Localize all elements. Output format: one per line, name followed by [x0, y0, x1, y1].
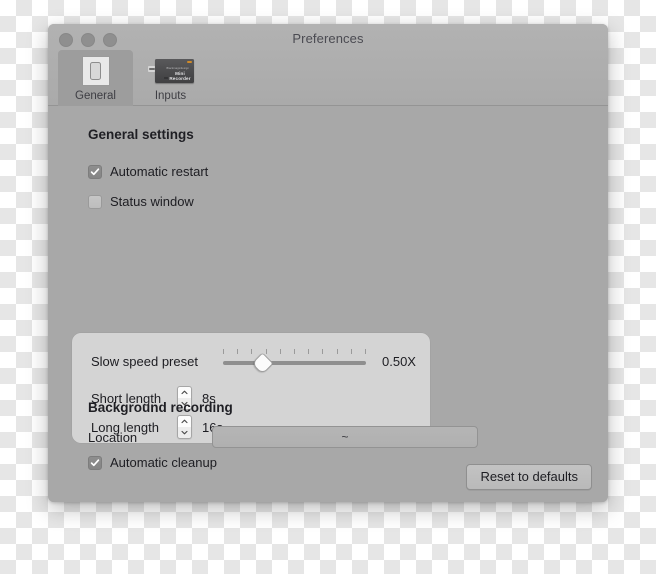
mini-recorder-device-icon: Blackmagicdesign Mini Recorder [135, 55, 206, 87]
tab-inputs-label: Inputs [154, 90, 187, 102]
slow-speed-slider[interactable] [223, 349, 366, 375]
tab-general[interactable]: General [58, 50, 133, 106]
general-settings-heading: General settings [88, 127, 194, 142]
slider-track[interactable] [223, 361, 366, 365]
window-title: Preferences [292, 31, 364, 46]
slow-speed-value: 0.50X [382, 353, 416, 369]
slow-speed-preset-label: Slow speed preset [91, 353, 198, 369]
location-row: Location ~ [88, 426, 478, 448]
background-recording-heading: Background recording [88, 400, 233, 415]
window-titlebar: Preferences General Blackmagicdesign Min… [48, 24, 608, 106]
automatic-cleanup-label: Automatic cleanup [110, 455, 217, 470]
checkbox-row-automatic-cleanup[interactable]: Automatic cleanup [88, 455, 217, 470]
automatic-cleanup-checkbox[interactable] [88, 455, 102, 470]
preferences-toolbar: General Blackmagicdesign Mini Recorder I… [58, 50, 208, 106]
checkbox-row-status-window[interactable]: Status window [88, 194, 194, 209]
automatic-restart-checkbox[interactable] [88, 164, 102, 179]
checkmark-icon [90, 167, 100, 175]
slow-speed-preset-row: Slow speed preset 0.50X [91, 349, 416, 375]
chevron-up-icon[interactable] [181, 390, 188, 395]
chevron-up-icon[interactable] [181, 419, 188, 424]
reset-to-defaults-button[interactable]: Reset to defaults [466, 464, 592, 490]
automatic-restart-label: Automatic restart [110, 164, 209, 179]
tab-general-label: General [75, 90, 116, 102]
tab-inputs[interactable]: Blackmagicdesign Mini Recorder Inputs [133, 50, 208, 106]
slider-tick-marks [223, 349, 366, 356]
location-label: Location [88, 429, 138, 445]
location-path-field[interactable]: ~ [212, 426, 478, 448]
device-model-text: Mini Recorder [169, 71, 191, 81]
preferences-window: Preferences General Blackmagicdesign Min… [48, 24, 608, 502]
preferences-content: General settings Automatic restart Statu… [48, 106, 608, 502]
status-window-checkbox[interactable] [88, 194, 102, 209]
general-preferences-icon [60, 55, 131, 87]
checkbox-row-automatic-restart[interactable]: Automatic restart [88, 164, 208, 179]
status-window-label: Status window [110, 194, 194, 209]
checkmark-icon [90, 458, 100, 466]
